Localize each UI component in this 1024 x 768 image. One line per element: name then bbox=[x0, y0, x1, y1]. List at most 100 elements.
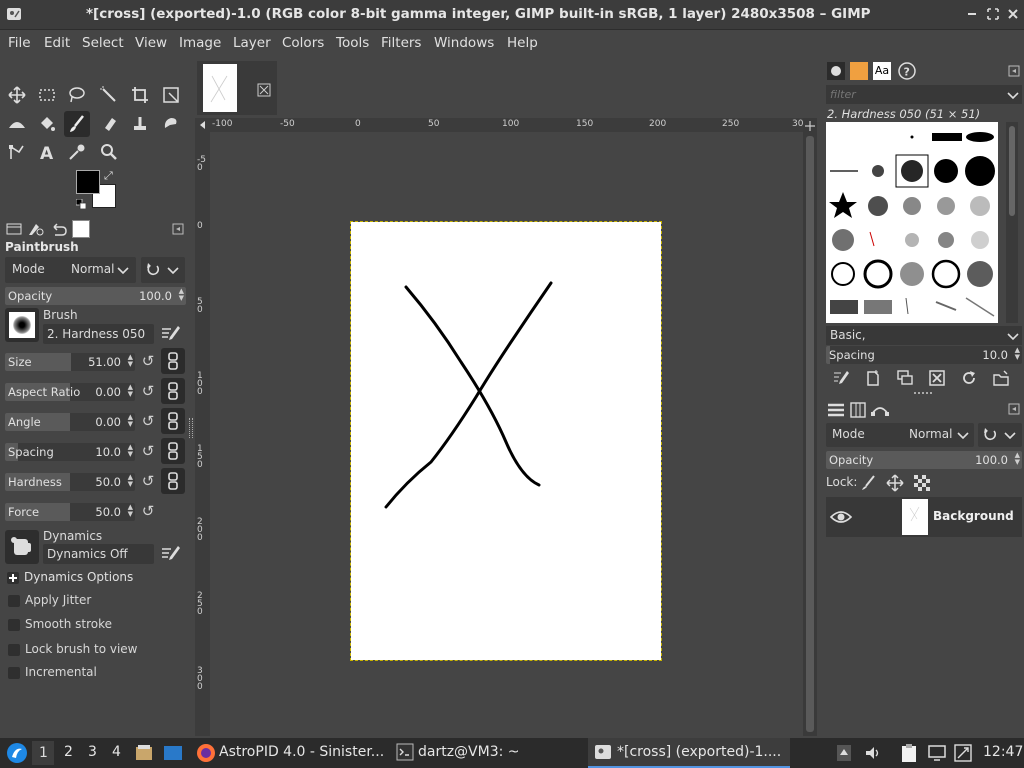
eraser-icon[interactable] bbox=[96, 111, 122, 137]
menu-tools[interactable]: Tools bbox=[336, 35, 369, 51]
lock-pixels-icon[interactable] bbox=[860, 474, 878, 492]
workspace-3[interactable]: 3 bbox=[88, 744, 97, 760]
brush-filter-input[interactable] bbox=[826, 85, 1022, 104]
scrollbar-thumb[interactable] bbox=[1009, 126, 1015, 216]
reset-hardness-icon[interactable]: ↺ bbox=[138, 472, 158, 492]
opacity-slider[interactable]: Opacity 100.0 ▲ ▼ bbox=[5, 287, 186, 305]
menu-filters[interactable]: Filters bbox=[381, 35, 421, 51]
spacing-slider[interactable]: Spacing 10.0 ▲ ▼ bbox=[5, 443, 135, 461]
brush-grid[interactable] bbox=[826, 122, 998, 323]
reset-force-icon[interactable]: ↺ bbox=[138, 502, 158, 522]
paths-tool-icon[interactable] bbox=[4, 139, 30, 165]
layer-row[interactable]: Background bbox=[826, 497, 1022, 537]
open-brush-icon[interactable] bbox=[992, 369, 1010, 387]
scrollbar-thumb[interactable] bbox=[806, 136, 814, 732]
lasso-icon[interactable] bbox=[64, 82, 90, 108]
fuzzy-select-icon[interactable] bbox=[96, 82, 122, 108]
show-desktop-icon[interactable] bbox=[163, 744, 183, 762]
horizontal-ruler[interactable]: -100 -50 0 50 100 150 200 250 30 bbox=[210, 118, 803, 132]
lock-alpha-icon[interactable] bbox=[914, 475, 930, 491]
dock-menu-icon[interactable] bbox=[172, 223, 184, 235]
spin-icon[interactable]: ▲ ▼ bbox=[128, 504, 133, 518]
workspace-1[interactable]: 1 bbox=[32, 741, 54, 765]
firefox-task[interactable]: AstroPID 4.0 - Sinister... bbox=[219, 744, 384, 760]
crop-icon[interactable] bbox=[127, 82, 153, 108]
dock-menu-icon[interactable] bbox=[1008, 65, 1020, 77]
dock-menu-icon[interactable] bbox=[1008, 403, 1020, 415]
images-tab-icon[interactable] bbox=[72, 220, 90, 238]
fonts-tab-icon[interactable]: Aa bbox=[873, 62, 891, 80]
link-angle-icon[interactable] bbox=[161, 408, 185, 434]
maximize-icon[interactable] bbox=[985, 6, 1001, 22]
mode-combo[interactable]: Mode Normal bbox=[5, 257, 136, 283]
ruler-corner[interactable] bbox=[195, 118, 210, 132]
menu-select[interactable]: Select bbox=[82, 35, 124, 51]
rect-select-icon[interactable] bbox=[34, 82, 60, 108]
aspect-ratio-slider[interactable]: Aspect Ratio 0.00 ▲ ▼ bbox=[5, 383, 135, 401]
brush-preview[interactable] bbox=[5, 308, 39, 342]
swap-colors-icon[interactable]: ⤢ bbox=[104, 169, 113, 183]
brush-spacing-slider[interactable]: Spacing 10.0 ▲ ▼ bbox=[826, 346, 1022, 364]
delete-brush-icon[interactable] bbox=[928, 369, 946, 387]
tool-options-tab-icon[interactable] bbox=[5, 221, 23, 237]
tray-arrow-icon[interactable] bbox=[836, 744, 852, 762]
layer-mode-combo[interactable]: Mode Normal bbox=[826, 423, 974, 447]
default-colors-icon[interactable] bbox=[75, 198, 87, 210]
spin-icon[interactable]: ▲ ▼ bbox=[128, 384, 133, 398]
close-tab-icon[interactable] bbox=[257, 83, 271, 97]
edit-dynamics-icon[interactable] bbox=[160, 543, 182, 563]
link-size-icon[interactable] bbox=[161, 348, 185, 374]
dynamics-field[interactable]: Dynamics Off bbox=[43, 544, 154, 564]
zoom-icon[interactable] bbox=[96, 139, 122, 165]
foreground-color-swatch[interactable] bbox=[76, 170, 100, 194]
brush-tag-combo[interactable]: Basic, bbox=[826, 326, 1022, 345]
clipboard-icon[interactable] bbox=[900, 743, 918, 763]
image-thumbnail-tab[interactable] bbox=[197, 61, 277, 115]
volume-icon[interactable] bbox=[864, 744, 882, 762]
network-icon[interactable] bbox=[954, 744, 972, 762]
menu-file[interactable]: File bbox=[8, 35, 31, 51]
vertical-scrollbar[interactable] bbox=[803, 118, 817, 736]
spin-icon[interactable]: ▲ ▼ bbox=[128, 474, 133, 488]
active-task-highlight[interactable]: *[cross] (exported)-1.... bbox=[588, 738, 790, 768]
help-tab-icon[interactable]: ? bbox=[898, 62, 916, 80]
smudge-icon[interactable] bbox=[158, 111, 184, 137]
image-canvas[interactable] bbox=[350, 221, 662, 661]
lock-brush-checkbox[interactable] bbox=[8, 644, 20, 656]
edit-brush-icon[interactable] bbox=[832, 369, 850, 387]
link-aspect-icon[interactable] bbox=[161, 378, 185, 404]
mode-reset-combo[interactable] bbox=[141, 257, 185, 283]
spin-icon[interactable]: ▲ ▼ bbox=[128, 354, 133, 368]
menu-image[interactable]: Image bbox=[179, 35, 221, 51]
apply-jitter-checkbox[interactable] bbox=[8, 595, 20, 607]
size-slider[interactable]: Size 51.00 ▲ ▼ bbox=[5, 353, 135, 371]
menu-view[interactable]: View bbox=[135, 35, 167, 51]
link-spacing-icon[interactable] bbox=[161, 438, 185, 464]
text-tool-icon[interactable]: A bbox=[34, 139, 60, 165]
menu-colors[interactable]: Colors bbox=[282, 35, 324, 51]
layer-composite-combo[interactable] bbox=[978, 423, 1022, 447]
brush-grid-scrollbar[interactable] bbox=[1006, 122, 1018, 323]
reset-angle-icon[interactable]: ↺ bbox=[138, 412, 158, 432]
menu-edit[interactable]: Edit bbox=[44, 35, 70, 51]
layer-name[interactable]: Background bbox=[933, 509, 1014, 523]
reset-size-icon[interactable]: ↺ bbox=[138, 352, 158, 372]
start-menu-icon[interactable] bbox=[6, 742, 28, 764]
warp-transform-icon[interactable] bbox=[4, 111, 30, 137]
refresh-brushes-icon[interactable] bbox=[960, 369, 978, 387]
visibility-eye-icon[interactable] bbox=[829, 507, 853, 527]
spin-icon[interactable]: ▲ ▼ bbox=[1015, 452, 1020, 466]
workspace-2[interactable]: 2 bbox=[64, 744, 73, 760]
terminal-icon[interactable] bbox=[396, 743, 414, 761]
navigate-icon[interactable] bbox=[805, 120, 815, 131]
force-slider[interactable]: Force 50.0 ▲ ▼ bbox=[5, 503, 135, 521]
vertical-ruler[interactable]: -50 0 50 100 150 200 250 300 bbox=[195, 132, 210, 736]
dock-separator[interactable] bbox=[914, 392, 932, 395]
unified-transform-icon[interactable] bbox=[158, 82, 184, 108]
edit-brush-icon[interactable] bbox=[160, 323, 182, 343]
display-icon[interactable] bbox=[928, 744, 946, 762]
device-status-tab-icon[interactable] bbox=[27, 221, 45, 237]
undo-history-tab-icon[interactable] bbox=[50, 221, 68, 237]
menu-layer[interactable]: Layer bbox=[233, 35, 271, 51]
channels-tab-icon[interactable] bbox=[848, 400, 868, 420]
